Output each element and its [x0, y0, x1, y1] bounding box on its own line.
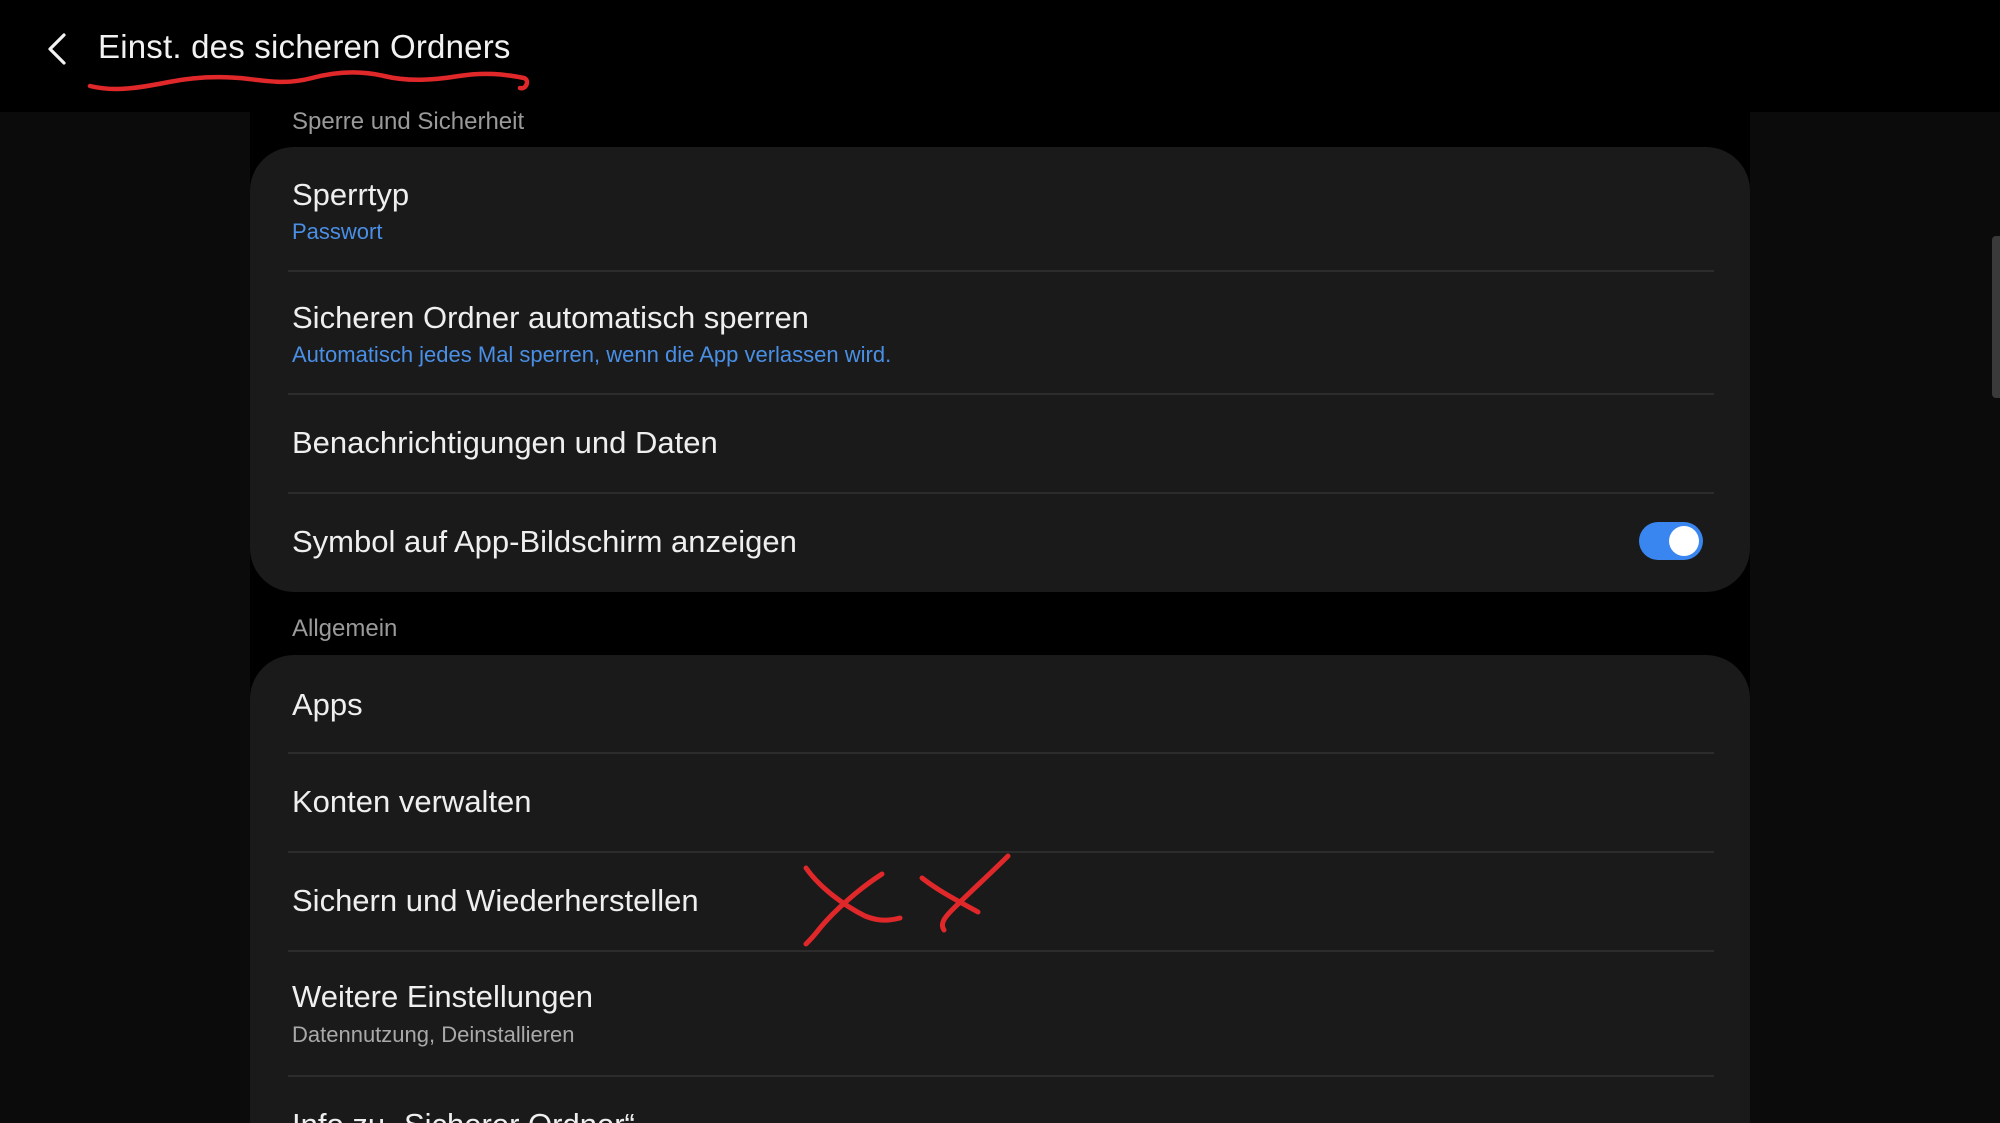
- list-item-title: Sicheren Ordner automatisch sperren: [292, 300, 809, 335]
- list-item-title: Apps: [292, 687, 363, 722]
- back-button[interactable]: [28, 20, 86, 78]
- section-header-lock-security: Sperre und Sicherheit: [292, 108, 525, 135]
- list-item-title: Sperrtyp: [292, 177, 410, 212]
- list-item-more-settings[interactable]: Weitere Einstellungen Datennutzung, Dein…: [250, 952, 1750, 1076]
- list-item-title: Sichern und Wiederherstellen: [292, 883, 699, 918]
- section-header-general: Allgemein: [292, 615, 398, 642]
- list-item-apps[interactable]: Apps: [250, 655, 1750, 753]
- toggle-knob: [1669, 526, 1699, 556]
- list-item-subtitle: Datennutzung, Deinstallieren: [292, 1022, 575, 1047]
- list-item-auto-lock[interactable]: Sicheren Ordner automatisch sperren Auto…: [250, 272, 1750, 394]
- list-item-title: Benachrichtigungen und Daten: [292, 425, 718, 460]
- list-item-title: Info zu „Sicherer Ordner“: [292, 1107, 635, 1123]
- list-item-about-secure-folder[interactable]: Info zu „Sicherer Ordner“: [250, 1077, 1750, 1123]
- red-cross-annotations: [803, 853, 1011, 947]
- settings-screen: Einst. des sicheren Ordners Sperre und S…: [0, 0, 2000, 1123]
- chevron-left-icon: [48, 33, 66, 65]
- list-item-manage-accounts[interactable]: Konten verwalten: [250, 754, 1750, 852]
- lock-security-card: Sperrtyp Passwort Sicheren Ordner automa…: [250, 147, 1750, 592]
- list-item-title: Konten verwalten: [292, 784, 532, 819]
- list-item-title: Weitere Einstellungen: [292, 979, 593, 1014]
- list-item-show-icon[interactable]: Symbol auf App-Bildschirm anzeigen: [250, 494, 1750, 592]
- scrollbar[interactable]: [1992, 236, 2000, 398]
- list-item-lock-type[interactable]: Sperrtyp Passwort: [250, 147, 1750, 271]
- red-underline-annotation: [87, 70, 530, 92]
- app-bar: Einst. des sicheren Ordners: [0, 0, 2000, 112]
- list-item-notifications-data[interactable]: Benachrichtigungen und Daten: [250, 395, 1750, 493]
- page-title: Einst. des sicheren Ordners: [98, 28, 511, 65]
- list-item-title: Symbol auf App-Bildschirm anzeigen: [292, 524, 797, 559]
- show-icon-toggle[interactable]: [1639, 522, 1703, 560]
- list-item-subtitle: Passwort: [292, 219, 383, 244]
- list-item-subtitle: Automatisch jedes Mal sperren, wenn die …: [292, 342, 892, 367]
